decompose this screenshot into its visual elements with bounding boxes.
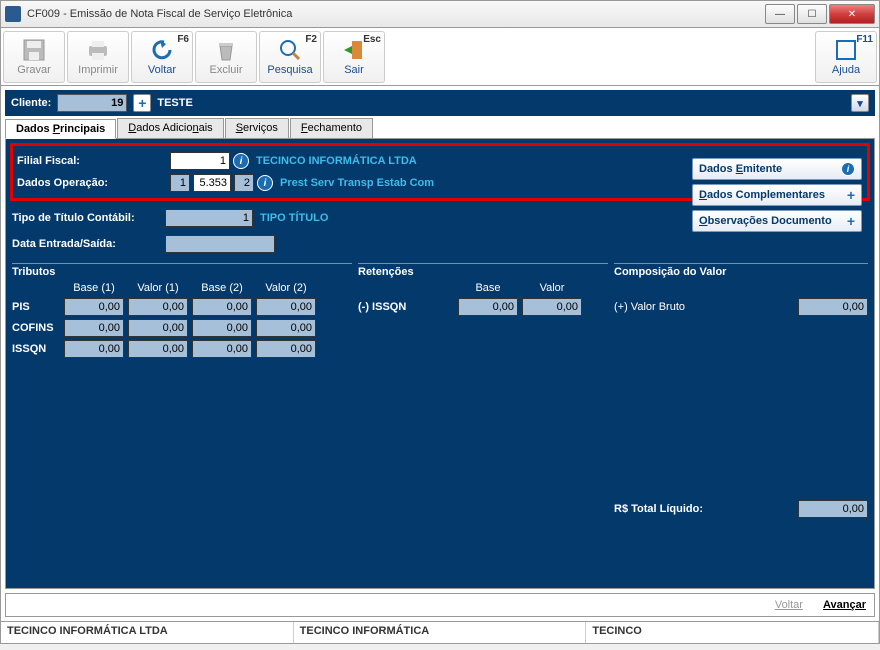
- save-icon: [22, 38, 46, 62]
- nav-avancar[interactable]: Avançar: [823, 599, 866, 611]
- status-cell-3: TECINCO: [586, 622, 879, 643]
- back-icon: [150, 38, 174, 62]
- client-add-button[interactable]: +: [133, 94, 151, 112]
- tab-fechamento[interactable]: Fechamento: [290, 118, 373, 138]
- plus-icon: +: [847, 213, 855, 229]
- imprimir-button[interactable]: Imprimir: [67, 31, 129, 83]
- tributos-section: Tributos Base (1) Valor (1) Base (2) Val…: [12, 263, 352, 582]
- print-icon: [86, 38, 110, 62]
- oper-input-2[interactable]: [193, 174, 231, 192]
- dados-emitente-button[interactable]: Dados Emitentei: [692, 158, 862, 180]
- side-buttons: Dados Emitentei Dados Complementares+ Ob…: [692, 158, 862, 232]
- status-cell-1: TECINCO INFORMÁTICA LTDA: [1, 622, 294, 643]
- maximize-button[interactable]: ☐: [797, 4, 827, 24]
- help-icon: [834, 38, 858, 62]
- retencoes-section: Retenções Base Valor (-) ISSQN: [358, 263, 608, 582]
- tab-servicos[interactable]: Serviços: [225, 118, 289, 138]
- filial-desc: TECINCO INFORMÁTICA LTDA: [256, 155, 417, 167]
- dropdown-toggle[interactable]: ▾: [851, 94, 869, 112]
- minimize-button[interactable]: —: [765, 4, 795, 24]
- titulo-input[interactable]: [165, 209, 253, 227]
- tributo-label: ISSQN: [12, 343, 60, 355]
- tab-strip: Dados Principais Dados Adicionais Serviç…: [5, 118, 875, 138]
- tab-dados-principais[interactable]: Dados Principais: [5, 119, 116, 139]
- info-icon[interactable]: i: [233, 153, 249, 169]
- titulo-desc: TIPO TÍTULO: [260, 212, 328, 224]
- filial-input[interactable]: [170, 152, 230, 170]
- tributo-label: PIS: [12, 301, 60, 313]
- main-panel: Cliente: + TESTE ▾ Dados Principais Dado…: [0, 86, 880, 622]
- plus-icon: +: [847, 187, 855, 203]
- app-icon: [5, 6, 21, 22]
- total-liquido-value[interactable]: [798, 500, 868, 518]
- info-icon[interactable]: i: [257, 175, 273, 191]
- ajuda-button[interactable]: F11 Ajuda: [815, 31, 877, 83]
- client-label: Cliente:: [11, 97, 51, 109]
- tributo-val2[interactable]: [256, 340, 316, 358]
- window-title: CF009 - Emissão de Nota Fiscal de Serviç…: [27, 8, 765, 20]
- tributo-row: ISSQN: [12, 340, 352, 358]
- observacoes-button[interactable]: Observações Documento+: [692, 210, 862, 232]
- valor-bruto-label: (+) Valor Bruto: [614, 301, 685, 313]
- tributo-val1[interactable]: [128, 340, 188, 358]
- retencao-base[interactable]: [458, 298, 518, 316]
- data-label: Data Entrada/Saída:: [12, 238, 162, 250]
- client-name: TESTE: [157, 97, 192, 109]
- tributo-base1[interactable]: [64, 298, 124, 316]
- operacao-label: Dados Operação:: [17, 177, 167, 189]
- tributo-label: COFINS: [12, 322, 60, 334]
- data-input[interactable]: [165, 235, 275, 253]
- dados-complementares-button[interactable]: Dados Complementares+: [692, 184, 862, 206]
- delete-icon: [214, 38, 238, 62]
- tributo-base2[interactable]: [192, 340, 252, 358]
- filial-label: Filial Fiscal:: [17, 155, 167, 167]
- oper-desc: Prest Serv Transp Estab Com: [280, 177, 434, 189]
- titulo-label: Tipo de Título Contábil:: [12, 212, 162, 224]
- close-button[interactable]: ✕: [829, 4, 875, 24]
- tributo-val2[interactable]: [256, 298, 316, 316]
- tributo-val1[interactable]: [128, 298, 188, 316]
- toolbar: Gravar Imprimir F6 Voltar Excluir F2 Pes…: [0, 28, 880, 86]
- retencao-valor[interactable]: [522, 298, 582, 316]
- nav-voltar[interactable]: Voltar: [775, 599, 803, 611]
- bottom-nav: Voltar Avançar: [5, 593, 875, 617]
- tributo-val1[interactable]: [128, 319, 188, 337]
- tributo-row: PIS: [12, 298, 352, 316]
- voltar-button[interactable]: F6 Voltar: [131, 31, 193, 83]
- status-cell-2: TECINCO INFORMÁTICA: [294, 622, 587, 643]
- search-icon: [278, 38, 302, 62]
- oper-input-3[interactable]: [234, 174, 254, 192]
- composicao-title: Composição do Valor: [614, 266, 868, 278]
- pesquisa-button[interactable]: F2 Pesquisa: [259, 31, 321, 83]
- tributo-base1[interactable]: [64, 340, 124, 358]
- composicao-section: Composição do Valor (+) Valor Bruto R$ T…: [614, 263, 868, 582]
- gravar-button[interactable]: Gravar: [3, 31, 65, 83]
- status-bar: TECINCO INFORMÁTICA LTDA TECINCO INFORMÁ…: [0, 622, 880, 644]
- valor-bruto-value[interactable]: [798, 298, 868, 316]
- total-liquido-label: R$ Total Líquido:: [614, 503, 703, 515]
- sair-button[interactable]: Esc Sair: [323, 31, 385, 83]
- tributo-base2[interactable]: [192, 298, 252, 316]
- retencoes-title: Retenções: [358, 266, 608, 278]
- tributo-base2[interactable]: [192, 319, 252, 337]
- tributo-row: COFINS: [12, 319, 352, 337]
- client-row: Cliente: + TESTE ▾: [5, 90, 875, 116]
- tab-content: Filial Fiscal: i TECINCO INFORMÁTICA LTD…: [5, 138, 875, 589]
- tributo-val2[interactable]: [256, 319, 316, 337]
- info-icon: i: [841, 162, 855, 176]
- window-titlebar: CF009 - Emissão de Nota Fiscal de Serviç…: [0, 0, 880, 28]
- oper-input-1[interactable]: [170, 174, 190, 192]
- tributos-title: Tributos: [12, 266, 352, 278]
- retencao-row-label: (-) ISSQN: [358, 301, 454, 313]
- client-id-input[interactable]: [57, 94, 127, 112]
- excluir-button[interactable]: Excluir: [195, 31, 257, 83]
- tab-dados-adicionais[interactable]: Dados Adicionais: [117, 118, 223, 138]
- tributo-base1[interactable]: [64, 319, 124, 337]
